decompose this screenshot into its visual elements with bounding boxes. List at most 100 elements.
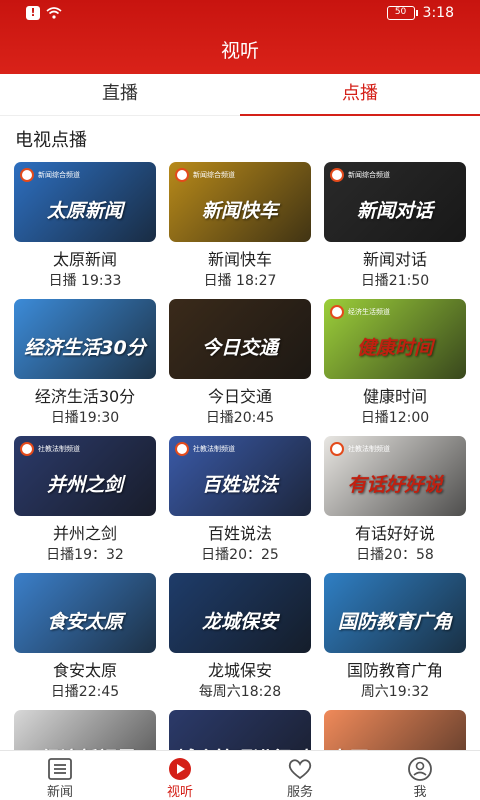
channel-logo-icon — [330, 305, 344, 319]
program-title: 新闻快车 — [207, 250, 272, 269]
channel-logo: 经济生活频道 — [330, 305, 390, 319]
thumbnail-title-art: 并州之剑 — [46, 474, 123, 496]
thumbnail-title-art: 食安太原 — [46, 611, 123, 633]
play-icon — [169, 758, 191, 780]
channel-logo-text: 社教法制频道 — [193, 445, 235, 453]
heart-icon — [288, 759, 312, 780]
program-schedule: 日播12:00 — [360, 410, 430, 426]
battery-icon: 50 — [386, 6, 418, 20]
status-time: 3:18 — [422, 5, 454, 21]
tab-on-demand[interactable]: 点播 — [240, 74, 480, 116]
program-thumbnail[interactable]: 经济新视界 — [14, 710, 156, 754]
thumbnail-title-art: 龙城保安 — [201, 611, 278, 633]
channel-logo-text: 新闻综合频道 — [38, 171, 80, 179]
channel-logo: 社教法制频道 — [330, 442, 390, 456]
user-icon — [408, 757, 432, 781]
channel-logo-icon — [330, 168, 344, 182]
app-header: ! 50 3:18 视听 — [0, 0, 480, 74]
program-card[interactable]: 今日交通 今日交通 日播20:45 — [169, 299, 311, 429]
bottom-nav: 新闻 视听 服务 我 — [0, 750, 480, 800]
program-card[interactable]: 经济新视界 — [14, 710, 156, 754]
program-card[interactable]: 经济生活频道 健康时间 健康时间 日播12:00 — [324, 299, 466, 429]
channel-logo-text: 新闻综合频道 — [193, 171, 235, 179]
program-card[interactable]: 龙城保安 龙城保安 每周六18:28 — [169, 573, 311, 703]
program-grid: 新闻综合频道 太原新闻 太原新闻 日播 19:33 新闻综合频道 新闻快车 新闻快车 日播 1… — [0, 162, 480, 754]
program-thumbnail[interactable]: 国防教育广角 — [324, 573, 466, 653]
program-title: 国防教育广角 — [346, 661, 443, 680]
program-card[interactable]: 太原TV Smart City — [324, 710, 466, 754]
program-title: 有话好好说 — [354, 524, 435, 543]
program-schedule: 周六19:32 — [360, 684, 430, 700]
alert-icon: ! — [26, 6, 40, 20]
program-thumbnail[interactable]: 太原TV Smart City — [324, 710, 466, 754]
wifi-icon — [46, 7, 62, 19]
program-card[interactable]: 社教法制频道 有话好好说 有话好好说 日播20：58 — [324, 436, 466, 566]
program-title: 太原新闻 — [52, 250, 117, 269]
program-thumbnail[interactable]: 社教法制频道有话好好说 — [324, 436, 466, 516]
program-card[interactable]: 经济生活30分 经济生活30分 日播19:30 — [14, 299, 156, 429]
nav-me[interactable]: 我 — [360, 751, 480, 800]
channel-logo: 新闻综合频道 — [330, 168, 390, 182]
thumbnail-title-art: 太原新闻 — [46, 200, 123, 222]
program-schedule: 日播21:50 — [360, 273, 430, 289]
program-schedule: 日播20：58 — [356, 547, 434, 563]
program-card[interactable]: 新闻综合频道 新闻快车新闻快车日播 18:27 — [169, 162, 311, 292]
thumbnail-title-art: 健康时间 — [356, 337, 433, 359]
program-thumbnail[interactable]: 新闻综合频道新闻对话 — [324, 162, 466, 242]
thumbnail-title-art: 新闻对话 — [356, 200, 433, 222]
program-title: 今日交通 — [207, 387, 272, 406]
program-thumbnail[interactable]: 今日交通 — [169, 299, 311, 379]
program-title: 并州之剑 — [52, 524, 117, 543]
channel-logo-icon — [330, 442, 344, 456]
channel-logo-text: 经济生活频道 — [348, 308, 390, 316]
channel-logo-icon — [20, 168, 34, 182]
program-card[interactable]: 社教法制频道 并州之剑 并州之剑 日播19：32 — [14, 436, 156, 566]
program-card[interactable]: 城乡管理进行时 — [169, 710, 311, 754]
program-title: 百姓说法 — [207, 524, 272, 543]
thumbnail-title-art: 有话好好说 — [347, 474, 443, 496]
program-thumbnail[interactable]: 社教法制频道百姓说法 — [169, 436, 311, 516]
program-title: 龙城保安 — [207, 661, 272, 680]
program-card[interactable]: 食安太原 食安太原 日播22:45 — [14, 573, 156, 703]
section-title: 电视点播 — [15, 130, 87, 151]
channel-logo: 社教法制频道 — [175, 442, 235, 456]
program-title: 健康时间 — [362, 387, 427, 406]
nav-video[interactable]: 视听 — [120, 751, 240, 800]
program-card[interactable]: 国防教育广角 国防教育广角 周六19:32 — [324, 573, 466, 703]
program-title: 新闻对话 — [362, 250, 427, 269]
program-schedule: 日播20：25 — [201, 547, 279, 563]
program-thumbnail[interactable]: 食安太原 — [14, 573, 156, 653]
program-card[interactable]: 社教法制频道 百姓说法 百姓说法 日播20：25 — [169, 436, 311, 566]
program-thumbnail[interactable]: 城乡管理进行时 — [169, 710, 311, 754]
nav-label: 视听 — [166, 785, 193, 800]
program-thumbnail[interactable]: 经济生活频道健康时间 — [324, 299, 466, 379]
program-schedule: 日播20:45 — [205, 410, 275, 426]
thumbnail-title-art: 百姓说法 — [201, 474, 278, 496]
program-thumbnail[interactable]: 新闻综合频道太原新闻 — [14, 162, 156, 242]
thumbnail-title-art: 今日交通 — [201, 337, 278, 359]
program-schedule: 每周六18:28 — [198, 684, 282, 700]
program-thumbnail[interactable]: 龙城保安 — [169, 573, 311, 653]
channel-logo: 新闻综合频道 — [175, 168, 235, 182]
channel-logo-icon — [175, 168, 189, 182]
channel-logo-icon — [175, 442, 189, 456]
program-card[interactable]: 新闻综合频道 新闻对话 新闻对话 日播21:50 — [324, 162, 466, 292]
channel-logo: 新闻综合频道 — [20, 168, 80, 182]
nav-label: 服务 — [286, 785, 313, 800]
program-thumbnail[interactable]: 社教法制频道并州之剑 — [14, 436, 156, 516]
thumbnail-title-art: 国防教育广角 — [337, 611, 452, 633]
tab-live[interactable]: 直播 — [0, 74, 240, 115]
news-icon — [48, 758, 72, 780]
program-thumbnail[interactable]: 经济生活30分 — [14, 299, 156, 379]
program-schedule: 日播22:45 — [50, 684, 120, 700]
program-thumbnail[interactable]: 新闻综合频道 新闻快车 — [169, 162, 311, 242]
program-schedule: 日播 18:27 — [203, 273, 277, 289]
channel-logo-text: 社教法制频道 — [38, 445, 80, 453]
nav-service[interactable]: 服务 — [240, 751, 360, 800]
nav-news[interactable]: 新闻 — [0, 751, 120, 800]
program-schedule: 日播 19:33 — [48, 273, 122, 289]
nav-label: 我 — [413, 785, 427, 800]
program-card[interactable]: 新闻综合频道 太原新闻 太原新闻 日播 19:33 — [14, 162, 156, 292]
channel-logo: 社教法制频道 — [20, 442, 80, 456]
status-bar: ! 50 3:18 — [0, 0, 480, 28]
